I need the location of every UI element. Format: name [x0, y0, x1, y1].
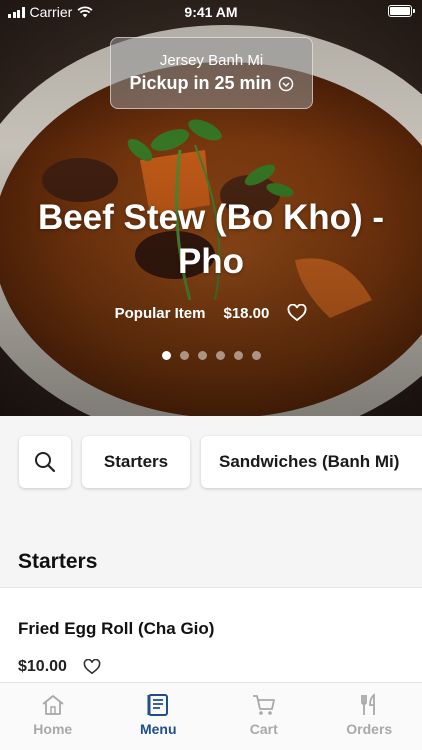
tab-orders-label: Orders	[346, 721, 393, 737]
hero-banner[interactable]: Carrier 9:41 AM Jersey Banh Mi Pickup in…	[0, 0, 422, 416]
menu-item-price: $10.00	[18, 658, 67, 675]
heart-icon[interactable]	[287, 304, 307, 322]
battery-icon	[388, 5, 415, 17]
tab-home[interactable]: Home	[0, 683, 106, 750]
home-icon	[42, 695, 64, 715]
search-icon	[35, 452, 56, 473]
carousel-dot[interactable]	[179, 351, 189, 360]
status-time: 9:41 AM	[184, 4, 238, 20]
hero-price: $18.00	[223, 304, 270, 322]
pickup-selector[interactable]: Jersey Banh Mi Pickup in 25 min	[110, 37, 313, 109]
menu-item-name: Fried Egg Roll (Cha Gio)	[18, 619, 215, 638]
tab-orders[interactable]: Orders	[317, 683, 422, 750]
carousel-dot[interactable]	[233, 351, 243, 360]
tab-bar: Home Menu Cart Orders	[0, 682, 422, 750]
popular-badge: Popular Item	[114, 304, 206, 322]
hero-meta: Popular Item $18.00	[0, 304, 422, 322]
menu-item-meta: $10.00	[18, 658, 101, 676]
cart-icon	[252, 695, 275, 715]
carousel-dots[interactable]	[0, 351, 422, 360]
carousel-dot[interactable]	[215, 351, 225, 360]
carousel-dot[interactable]	[197, 351, 207, 360]
tab-cart[interactable]: Cart	[211, 683, 317, 750]
category-bar: Starters Sandwiches (Banh Mi) Starters	[0, 416, 422, 586]
carousel-dot[interactable]	[161, 351, 171, 360]
search-button[interactable]	[19, 436, 71, 488]
store-name: Jersey Banh Mi	[159, 52, 264, 69]
tab-home-label: Home	[33, 721, 73, 737]
menu-list: Fried Egg Roll (Cha Gio) $10.00	[0, 587, 422, 682]
pickup-eta-label: Pickup in 25 min	[129, 73, 272, 93]
carousel-dot[interactable]	[251, 351, 261, 360]
tab-menu[interactable]: Menu	[106, 683, 212, 750]
category-chip-sandwiches[interactable]: Sandwiches (Banh Mi)	[201, 436, 422, 488]
chevron-down-circle-icon	[278, 76, 293, 91]
category-chip-starters[interactable]: Starters	[82, 436, 190, 488]
tab-cart-label: Cart	[249, 721, 278, 737]
item-title: Beef Stew (Bo Kho) - Pho	[37, 198, 385, 281]
heart-icon[interactable]	[83, 659, 101, 675]
menu-icon	[147, 694, 169, 716]
status-bar: Carrier 9:41 AM	[0, 0, 422, 24]
pickup-eta: Pickup in 25 min	[111, 73, 312, 94]
utensils-icon	[361, 693, 376, 715]
section-title: Starters	[18, 550, 98, 573]
tab-menu-label: Menu	[139, 721, 177, 737]
